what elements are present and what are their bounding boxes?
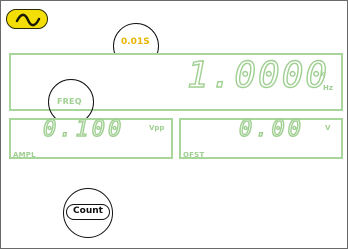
amplitude-label: AMPL: [13, 151, 36, 159]
amplitude-unit: Vpp: [149, 124, 165, 132]
display-screen: 0.01S 1.0000 k Hz FREQ 0.100 Vpp AMPL 0.…: [0, 0, 348, 249]
offset-label: OFST: [183, 151, 205, 159]
sine-wave-icon: [15, 13, 41, 27]
waveform-button[interactable]: [6, 9, 48, 29]
offset-unit: V: [325, 124, 331, 132]
offset-value: 0.00: [238, 116, 304, 142]
frequency-value: 1.0000: [186, 54, 330, 96]
amplitude-value: 0.100: [42, 116, 125, 142]
callout-circle-count: [63, 188, 113, 238]
frequency-unit: Hz: [323, 84, 333, 92]
frequency-unit-prefix: k: [320, 70, 325, 78]
